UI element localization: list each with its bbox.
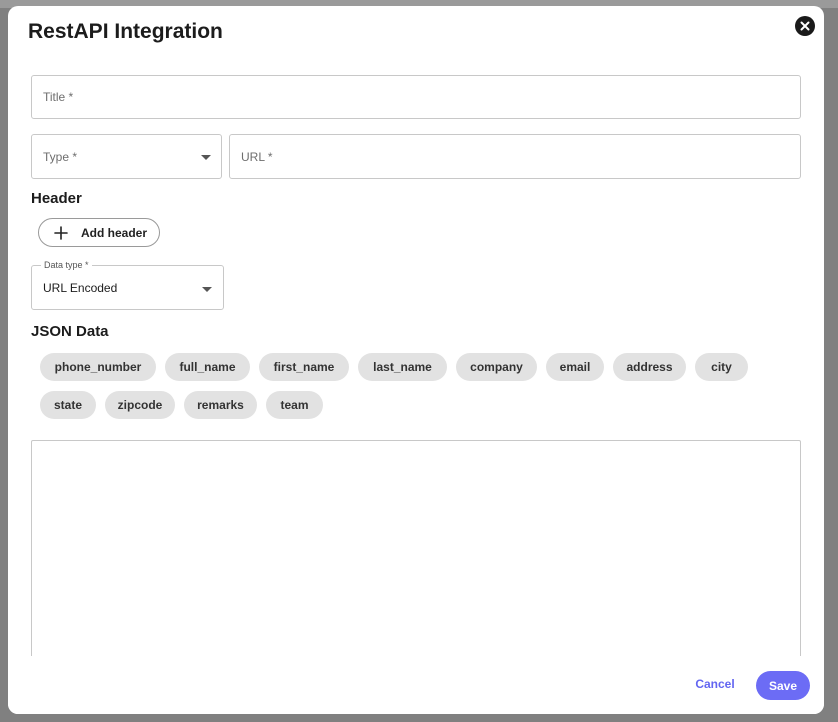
type-select[interactable]: Type *	[31, 134, 222, 179]
chevron-down-icon	[201, 155, 211, 160]
title-field[interactable]: Title *	[31, 75, 801, 119]
data-type-select[interactable]: Data type * URL Encoded	[31, 260, 224, 310]
chip-team[interactable]: team	[266, 391, 323, 419]
close-icon	[800, 21, 810, 31]
chip-zipcode[interactable]: zipcode	[105, 391, 175, 419]
restapi-integration-dialog: RestAPI Integration Title * Type * URL *…	[8, 6, 824, 714]
chevron-down-icon	[202, 287, 212, 292]
dialog-title: RestAPI Integration	[28, 20, 223, 43]
type-select-placeholder: Type *	[43, 149, 78, 164]
add-header-label: Add header	[81, 225, 148, 240]
json-data-textarea[interactable]	[31, 440, 801, 670]
chip-email[interactable]: email	[546, 353, 604, 381]
data-type-label: Data type *	[41, 260, 92, 270]
plus-icon	[54, 225, 68, 240]
data-type-value: URL Encoded	[43, 280, 118, 295]
chip-full-name[interactable]: full_name	[165, 353, 250, 381]
chip-last-name[interactable]: last_name	[358, 353, 447, 381]
close-button[interactable]	[795, 16, 815, 36]
chip-remarks[interactable]: remarks	[184, 391, 257, 419]
json-data-section-title: JSON Data	[31, 323, 109, 340]
chip-city[interactable]: city	[695, 353, 748, 381]
chip-first-name[interactable]: first_name	[259, 353, 349, 381]
add-header-button[interactable]: Add header	[38, 218, 160, 247]
chip-company[interactable]: company	[456, 353, 537, 381]
chip-address[interactable]: address	[613, 353, 686, 381]
save-button[interactable]: Save	[756, 671, 810, 700]
header-section-title: Header	[31, 190, 82, 207]
url-field[interactable]: URL *	[229, 134, 801, 179]
chip-phone-number[interactable]: phone_number	[40, 353, 156, 381]
chip-state[interactable]: state	[40, 391, 96, 419]
url-field-placeholder: URL *	[241, 149, 273, 164]
cancel-button[interactable]: Cancel	[684, 671, 746, 697]
title-field-placeholder: Title *	[43, 90, 74, 104]
